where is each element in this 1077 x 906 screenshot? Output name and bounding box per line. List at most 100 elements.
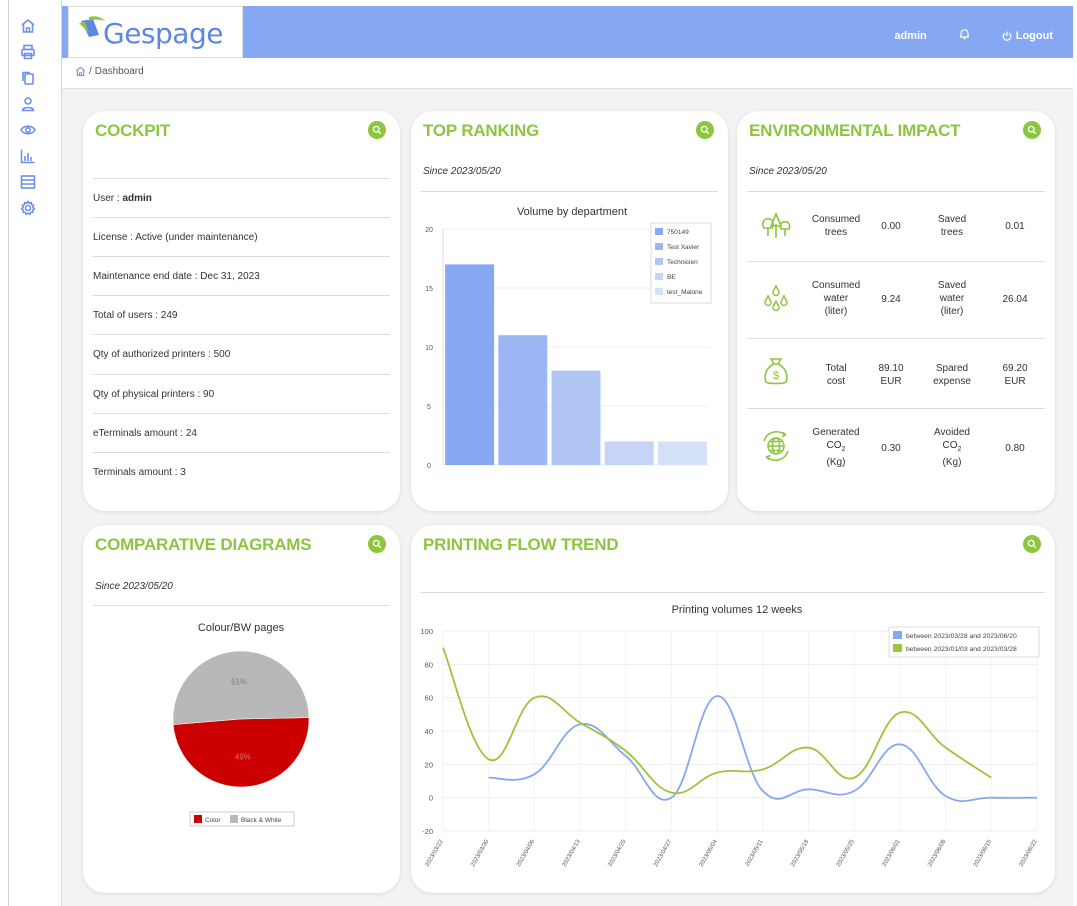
env-saved-water-value: 26.04 <box>1002 294 1028 305</box>
logo-text: Gespage <box>103 17 223 50</box>
top-ranking-card: TOP RANKING Since 2023/05/20 Volume by d… <box>411 111 728 511</box>
search-icon <box>372 125 382 135</box>
env-saved-trees-label: Saved trees <box>937 214 967 238</box>
legend-swatch <box>655 243 663 250</box>
sidebar-divider <box>8 0 9 906</box>
env-generated-co2-label: Generated CO2 (Kg) <box>812 427 860 468</box>
logo[interactable]: Gespage <box>68 6 243 58</box>
legend-label: Black & White <box>241 817 282 824</box>
cockpit-row: Qty of physical printers : 90 <box>93 374 390 413</box>
legend-label: 750149 <box>667 229 689 236</box>
x-tick-label: 2023/04/13 <box>562 838 583 868</box>
y-tick-label: 20 <box>425 227 433 234</box>
y-tick-label: 0 <box>429 794 433 803</box>
printing-flow-search-button[interactable] <box>1023 535 1041 553</box>
env-consumed-trees-label: Consumed trees <box>811 214 861 238</box>
x-tick-label: 2023/04/27 <box>653 838 674 868</box>
home-icon[interactable] <box>75 66 86 77</box>
legend-label: Technicien <box>667 259 698 266</box>
y-tick-label: 0 <box>427 463 431 470</box>
divider <box>421 191 718 192</box>
top-ranking-search-button[interactable] <box>696 121 714 139</box>
legend-label: test_Malone <box>667 289 703 296</box>
colour-bw-pie-chart: Colour/BW pages 49% 51% Color Black & White <box>172 622 310 827</box>
breadcrumb: / Dashboard <box>75 66 144 77</box>
env-row-co2: Generated CO2 (Kg) 0.30 Avoided CO2 (Kg)… <box>747 408 1045 488</box>
cockpit-user-value: admin <box>122 193 152 204</box>
comparative-search-button[interactable] <box>368 535 386 553</box>
bell-icon[interactable] <box>959 28 970 43</box>
comparative-title: COMPARATIVE DIAGRAMS <box>95 535 312 554</box>
bar <box>551 370 601 465</box>
sidebar-item-reports[interactable] <box>20 148 44 174</box>
x-tick-label: 2023/05/25 <box>836 838 857 868</box>
printing-volume-line-chart: Printing volumes 12 weeks -20 0 20 40 60 80 100… <box>420 604 1040 868</box>
trees-icon <box>761 211 791 238</box>
printer-icon <box>21 44 35 60</box>
cockpit-search-button[interactable] <box>368 121 386 139</box>
env-row-water: Consumed water (liter) 9.24 Saved water (lit… <box>747 261 1045 338</box>
printing-flow-title: PRINTING FLOW TREND <box>423 535 619 554</box>
y-tick-label: 10 <box>425 345 433 352</box>
env-total-cost-label: Total cost <box>825 363 847 387</box>
legend-swatch <box>194 815 202 823</box>
divider <box>93 605 390 606</box>
top-ranking-since: Since 2023/05/20 <box>423 166 501 177</box>
environmental-search-button[interactable] <box>1023 121 1041 139</box>
sidebar-item-settings[interactable] <box>20 200 44 226</box>
current-user[interactable]: admin <box>894 30 926 42</box>
printing-flow-card: PRINTING FLOW TREND Printing volumes 12 … <box>411 525 1055 893</box>
x-tick-label: 2023/04/06 <box>516 838 537 868</box>
cockpit-user-row: User : admin <box>93 178 390 217</box>
env-spared-expense-value: 69.20 EUR <box>1002 363 1028 387</box>
x-tick-label: 2023/06/08 <box>927 838 948 868</box>
divider <box>421 592 1045 593</box>
home-icon <box>21 18 35 33</box>
x-tick-label: 2023/03/30 <box>470 838 491 868</box>
legend-label: Test Xavier <box>667 244 700 251</box>
cockpit-user-label: User : <box>93 193 120 204</box>
legend-label: Color <box>205 817 221 824</box>
x-tick-label: 2023/05/11 <box>745 838 765 867</box>
sidebar-item-lists[interactable] <box>20 174 44 200</box>
env-avoided-co2-value: 0.80 <box>1005 443 1025 454</box>
sidebar <box>0 0 62 906</box>
breadcrumb-current: Dashboard <box>94 66 144 77</box>
legend-swatch <box>655 258 663 265</box>
cockpit-row: Terminals amount : 3 <box>93 452 390 491</box>
env-row-trees: Consumed trees 0.00 Saved trees 0.01 <box>747 191 1045 261</box>
x-tick-label: 2023/06/01 <box>881 838 902 868</box>
legend-swatch <box>655 273 663 280</box>
sidebar-item-monitoring[interactable] <box>20 122 44 148</box>
y-tick-label: 15 <box>425 286 433 293</box>
x-tick-label: 2023/06/15 <box>973 838 994 868</box>
department-bar-chart: Volume by department 0 5 10 15 20 750149 Test X… <box>425 206 712 470</box>
sidebar-item-home[interactable] <box>20 18 44 44</box>
cockpit-card: COCKPIT User : admin License : Active (u… <box>83 111 400 511</box>
y-tick-label: -20 <box>422 827 433 836</box>
cockpit-row: Qty of authorized printers : 500 <box>93 334 390 373</box>
sidebar-item-printers[interactable] <box>20 44 44 70</box>
env-spared-expense-label: Spared expense <box>933 363 971 387</box>
y-tick-label: 5 <box>427 404 431 411</box>
env-row-cost: $ Total cost 89.10 EUR Spared expense 69.20… <box>747 338 1045 408</box>
cockpit-row: Total of users : 249 <box>93 295 390 334</box>
logout-button[interactable]: Logout <box>1002 30 1053 42</box>
y-tick-label: 100 <box>420 627 433 636</box>
legend-swatch <box>655 228 663 235</box>
environmental-since: Since 2023/05/20 <box>749 166 827 177</box>
cockpit-row: Maintenance end date : Dec 31, 2023 <box>93 256 390 295</box>
legend-swatch <box>893 644 902 652</box>
pie-label: 49% <box>235 752 251 761</box>
environmental-title: ENVIRONMENTAL IMPACT <box>749 121 961 140</box>
sidebar-item-users[interactable] <box>20 96 44 122</box>
user-icon <box>21 97 35 112</box>
legend-swatch <box>893 631 902 639</box>
env-saved-water-label: Saved water (liter) <box>937 280 967 317</box>
bar <box>498 335 548 465</box>
logout-label: Logout <box>1015 29 1053 42</box>
eye-icon <box>20 125 36 135</box>
sidebar-item-copies[interactable] <box>20 70 44 96</box>
env-generated-co2-value: 0.30 <box>881 443 901 454</box>
search-icon <box>1027 539 1037 549</box>
